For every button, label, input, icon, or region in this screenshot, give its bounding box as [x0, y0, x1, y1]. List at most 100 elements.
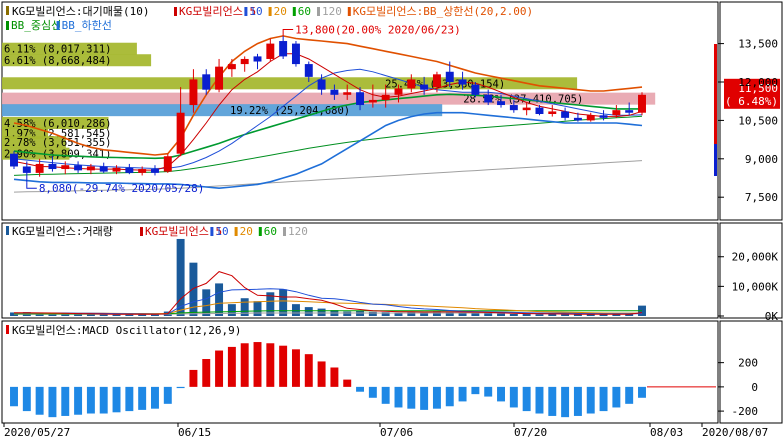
low-annotation: 8,080(-29.74% 2020/05/28)	[39, 182, 205, 195]
volume-profile-label: 6.11% (8,017,311)	[4, 44, 111, 56]
candle-body	[86, 166, 95, 171]
candle-body	[138, 169, 147, 173]
macd-bar	[599, 386, 608, 412]
candle-body	[484, 94, 493, 103]
macd-bar	[407, 386, 416, 409]
legend-swatch	[317, 7, 320, 16]
x-axis-label: 2020/05/27	[4, 426, 70, 439]
candle-body	[445, 71, 454, 82]
macd-bar	[586, 386, 595, 414]
candle-body	[163, 156, 172, 172]
candle-body	[330, 89, 339, 95]
candle-body	[394, 88, 403, 95]
x-axis-label: 2020/08/07	[702, 426, 768, 439]
macd-bar	[86, 386, 95, 414]
candle-body	[151, 169, 159, 173]
stock-chart[interactable]: 6.11% (8,017,311)6.61% (8,668,484) 25.45%…	[0, 0, 784, 441]
price-y-tick-label: 7,500	[745, 191, 778, 204]
legend-swatch	[347, 7, 351, 16]
volume-bar	[343, 311, 352, 316]
volume-y-tick-label: 10,000K	[732, 280, 779, 293]
macd-bar	[561, 386, 570, 418]
macd-bar	[497, 386, 505, 402]
macd-bar	[420, 386, 429, 410]
macd-bar	[22, 386, 31, 412]
legend-label: 20	[240, 225, 253, 238]
price-y-tick-label: 9,000	[745, 153, 778, 166]
candle-body	[176, 112, 185, 154]
volume-y-tick-label: 0K	[765, 310, 779, 323]
macd-bar	[304, 354, 313, 387]
legend-swatch	[140, 227, 143, 236]
macd-bar	[612, 386, 621, 408]
volume-profile-label: 25.45% (33,380,154)	[385, 78, 505, 90]
macd-bar	[10, 386, 18, 407]
volume-profile-label: 6.61% (8,668,484)	[4, 55, 111, 67]
macd-bar	[548, 386, 557, 416]
legend-swatch	[6, 226, 9, 235]
price-range-bar-down	[714, 144, 717, 176]
macd-bar	[227, 346, 236, 387]
macd-bar	[381, 386, 390, 404]
legend-label: 60	[264, 225, 277, 238]
legend-swatch	[258, 227, 262, 236]
volume-profile-label: 19.22% (25,204,680)	[230, 105, 350, 117]
volume-bar	[253, 301, 262, 316]
macd-bar	[151, 386, 159, 409]
macd-bar	[356, 386, 365, 392]
legend-label: 60	[298, 5, 311, 18]
macd-bar	[279, 345, 288, 387]
candle-body	[368, 99, 377, 103]
candle-body	[99, 166, 108, 172]
candle-body	[432, 74, 441, 88]
macd-bar	[48, 386, 57, 418]
candle-body	[638, 94, 646, 113]
legend-swatch	[6, 6, 9, 15]
macd-bar	[266, 343, 275, 387]
macd-bar	[445, 386, 454, 407]
macd-bar	[522, 386, 531, 412]
candle-body	[561, 111, 570, 118]
candle-body	[125, 167, 134, 173]
legend-swatch	[6, 325, 9, 334]
volume-bar	[509, 313, 518, 316]
candle-body	[112, 167, 121, 172]
macd-bar	[176, 386, 185, 389]
candle-body	[10, 153, 18, 167]
candle-body	[407, 79, 416, 89]
volume-bar	[535, 314, 544, 316]
price-y-tick-label: 12,000	[738, 76, 778, 89]
legend-label: BB_중심선	[11, 19, 61, 32]
candle-body	[535, 107, 544, 114]
price-panel-title: KG모빌리언스:대기매물(10)	[12, 5, 149, 18]
macd-bar	[202, 359, 211, 387]
macd-bar	[35, 386, 44, 415]
volume-bar	[368, 311, 377, 316]
chart-window: 6.11% (8,017,311) 6.61% (8,668,484) 25.45%…	[0, 0, 784, 441]
volume-y-tick-label: 20,000K	[732, 251, 779, 264]
macd-bar	[432, 386, 441, 409]
candle-body	[497, 101, 505, 106]
candle-body	[381, 94, 390, 100]
macd-bar	[535, 386, 544, 414]
macd-bar	[189, 369, 198, 387]
legend-label: 120	[288, 225, 308, 238]
candle-body	[509, 105, 518, 111]
candle-body	[458, 79, 467, 85]
candle-body	[356, 92, 365, 106]
macd-bar	[330, 367, 339, 387]
candle-body	[420, 84, 429, 90]
volume-bar	[215, 283, 224, 316]
macd-bar	[163, 386, 172, 404]
candle-body	[586, 115, 595, 121]
macd-bar	[638, 386, 646, 398]
candle-body	[548, 111, 557, 114]
candle-body	[599, 115, 608, 118]
macd-bar	[240, 343, 249, 387]
volume-bar	[304, 307, 313, 316]
macd-bar	[74, 386, 83, 415]
legend-swatch	[210, 227, 214, 236]
volume-panel-title: KG모빌리언스:거래량	[12, 225, 113, 238]
volume-axis-panel	[719, 222, 783, 319]
x-axis-label: 07/20	[514, 426, 547, 439]
